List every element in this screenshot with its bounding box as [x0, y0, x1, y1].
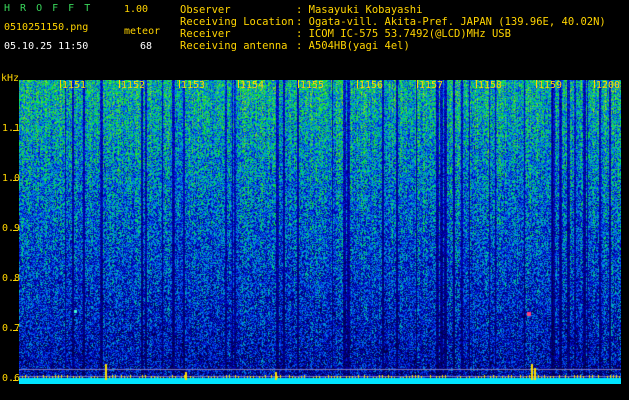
- y-tick-mark: [13, 330, 18, 331]
- info-label-receiver: Receiver: [180, 28, 231, 40]
- x-tick-label: 1154: [240, 80, 265, 91]
- x-tick-label: 1152: [121, 80, 146, 91]
- x-tick-label: 1157: [419, 80, 444, 91]
- y-tick-label: 1.0: [2, 173, 21, 184]
- meteor-count: 68: [140, 41, 153, 52]
- info-label-antenna: Receiving antenna: [180, 40, 288, 52]
- x-tick-mark: [594, 80, 595, 88]
- y-tick-label: 1.1: [2, 123, 21, 134]
- x-tick-label: 1159: [538, 80, 563, 91]
- x-tick-label: 1156: [359, 80, 384, 91]
- y-tick-mark: [13, 380, 18, 381]
- y-tick-label: 0.6: [2, 373, 21, 384]
- y-tick-mark: [13, 180, 18, 181]
- x-tick-mark: [417, 80, 418, 88]
- y-tick-label: 0.8: [2, 273, 21, 284]
- datetime: 05.10.25 11:50: [4, 41, 89, 52]
- x-tick-mark: [476, 80, 477, 88]
- x-tick-mark: [238, 80, 239, 88]
- meteor-label: meteor: [124, 26, 161, 37]
- info-value-receiver: : ICOM IC-575 53.7492(@LCD)MHz USB: [296, 28, 511, 40]
- x-tick-mark: [298, 80, 299, 88]
- info-value-observer: : Masayuki Kobayashi: [296, 4, 423, 16]
- info-label-location: Receiving Location: [180, 16, 294, 28]
- spectrogram-image: [19, 80, 621, 384]
- filename: 0510251150.png: [4, 22, 89, 33]
- y-tick-label: 0.7: [2, 323, 21, 334]
- x-tick-label: 1155: [300, 80, 325, 91]
- y-tick-label: 0.9: [2, 223, 21, 234]
- y-tick-mark: [13, 130, 18, 131]
- x-tick-label: 1153: [181, 80, 206, 91]
- app-logo: H R O F F T: [4, 3, 93, 14]
- x-tick-mark: [536, 80, 537, 88]
- info-label-observer: Observer: [180, 4, 231, 16]
- y-tick-mark: [13, 230, 18, 231]
- x-tick-mark: [179, 80, 180, 88]
- x-tick-mark: [60, 80, 61, 88]
- y-axis-unit: kHz: [1, 73, 20, 84]
- x-tick-label: 1151: [62, 80, 87, 91]
- app-version: 1.00: [124, 4, 149, 15]
- x-tick-mark: [119, 80, 120, 88]
- info-value-antenna: : A504HB(yagi 4el): [296, 40, 410, 52]
- x-tick-mark: [357, 80, 358, 88]
- x-tick-label: 1158: [478, 80, 503, 91]
- y-tick-mark: [13, 280, 18, 281]
- x-tick-label: 1200: [596, 80, 621, 91]
- info-value-location: : Ogata-vill. Akita-Pref. JAPAN (139.96E…: [296, 16, 606, 28]
